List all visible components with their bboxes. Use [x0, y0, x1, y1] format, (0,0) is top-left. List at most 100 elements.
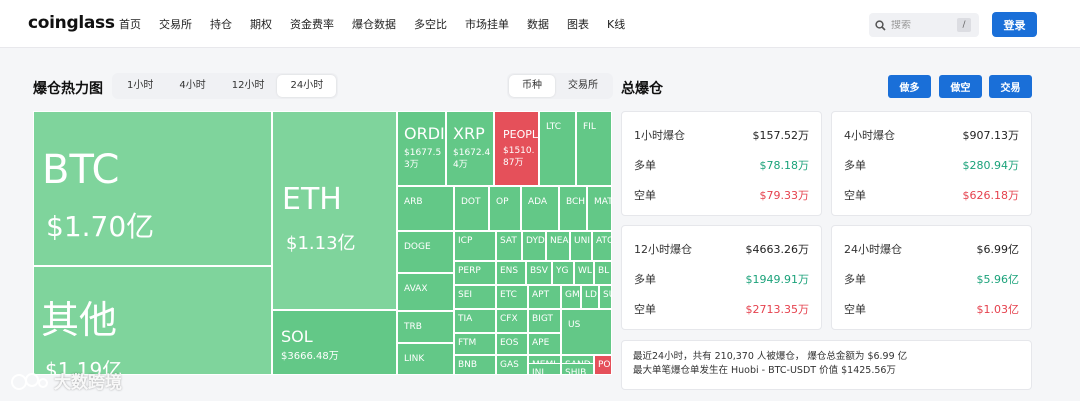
- trade-button[interactable]: 交易: [989, 75, 1032, 98]
- heatmap-cell-ltc[interactable]: LTC: [539, 111, 576, 186]
- search-box[interactable]: /: [869, 13, 979, 37]
- heatmap-cell-ld[interactable]: LD: [581, 285, 599, 309]
- nav-options[interactable]: 期权: [250, 16, 272, 32]
- heatmap-cell-sol[interactable]: SOL $3666.48万: [272, 310, 397, 375]
- heatmap-cell-sei[interactable]: SEI: [454, 285, 496, 309]
- row-value: $626.18万: [962, 189, 1020, 202]
- heatmap-cell-people[interactable]: PEOPLE $1510.87万: [494, 111, 539, 186]
- heatmap-cell-bigt[interactable]: BIGT: [528, 309, 561, 333]
- heatmap-cell-ape[interactable]: APE: [528, 333, 561, 355]
- card-12h-liquidation: 12小时爆仓 $4663.26万 多单 $1949.91万 空单 $2713.35万: [621, 225, 822, 330]
- liquidation-heatmap: BTC $1.70亿 其他 $1.19亿 ETH $1.13亿 SOL $3666.48万 OR…: [33, 111, 612, 375]
- long-button[interactable]: 做多: [888, 75, 931, 98]
- heatmap-cell-avax[interactable]: AVAX: [397, 273, 454, 311]
- heatmap-cell-ada[interactable]: ADA: [521, 186, 559, 231]
- heatmap-cell-blur[interactable]: BL: [594, 261, 612, 285]
- nav-home[interactable]: 首页: [119, 16, 141, 32]
- nav-liquidation-data[interactable]: 爆仓数据: [352, 16, 396, 32]
- heatmap-cell-po[interactable]: PO: [594, 355, 612, 375]
- heatmap-cell-symbol: UNI: [574, 236, 590, 246]
- heatmap-cell-ens[interactable]: ENS: [496, 261, 526, 285]
- heatmap-cell-gm[interactable]: GM: [561, 285, 581, 309]
- heatmap-cell-mat[interactable]: MAT: [587, 186, 612, 231]
- nav-charts[interactable]: 图表: [567, 16, 589, 32]
- heatmap-cell-symbol: GAS: [500, 360, 519, 370]
- row-short: 空单 $1.03亿: [844, 301, 1019, 317]
- heatmap-cell-dyd[interactable]: DYD: [522, 231, 546, 261]
- heatmap-cell-cfx[interactable]: CFX: [496, 309, 528, 333]
- heatmap-cell-op[interactable]: OP: [489, 186, 521, 231]
- heatmap-cell-icp[interactable]: ICP: [454, 231, 496, 261]
- heatmap-cell-symbol: INJ: [532, 368, 545, 375]
- heatmap-cell-inj[interactable]: INJ: [528, 363, 561, 375]
- heatmap-cell-symbol: BNB: [458, 360, 478, 370]
- nav-order-book[interactable]: 市场挂单: [465, 16, 509, 32]
- main-nav: 首页 交易所 持仓 期权 资金费率 爆仓数据 多空比 市场挂单 数据 图表 K线: [119, 0, 643, 48]
- heatmap-cell-ftm[interactable]: FTM: [454, 333, 496, 355]
- nav-kline[interactable]: K线: [607, 16, 625, 32]
- heatmap-cell-symbol: EOS: [500, 338, 519, 348]
- heatmap-cell-bch[interactable]: BCH: [559, 186, 587, 231]
- heatmap-cell-btc[interactable]: BTC $1.70亿: [33, 111, 272, 266]
- heatmap-cell-sat[interactable]: SAT: [496, 231, 522, 261]
- heatmap-cell-bnb[interactable]: BNB: [454, 355, 496, 375]
- heatmap-cell-symbol: ARB: [404, 197, 423, 207]
- heatmap-cell-ygg[interactable]: YG: [552, 261, 574, 285]
- heatmap-cell-xrp[interactable]: XRP $1672.44万: [446, 111, 494, 186]
- heatmap-cell-trb[interactable]: TRB: [397, 311, 454, 343]
- tab-12h[interactable]: 12小时: [219, 75, 278, 97]
- heatmap-cell-symbol: GM: [565, 290, 580, 300]
- heatmap-cell-tia[interactable]: TIA: [454, 309, 496, 333]
- tab-4h[interactable]: 4小时: [166, 75, 218, 97]
- short-button[interactable]: 做空: [939, 75, 982, 98]
- nav-data[interactable]: 数据: [527, 16, 549, 32]
- heatmap-cell-perp[interactable]: PERP: [454, 261, 496, 285]
- heatmap-cell-etc[interactable]: ETC: [496, 285, 528, 309]
- heatmap-cell-symbol: BL: [598, 266, 610, 276]
- heatmap-cell-apt[interactable]: APT: [528, 285, 561, 309]
- nav-open-interest[interactable]: 持仓: [210, 16, 232, 32]
- heatmap-cell-ordi[interactable]: ORDI $1677.53万: [397, 111, 446, 186]
- heatmap-cell-gas[interactable]: GAS: [496, 355, 528, 375]
- row-value: $5.96亿: [976, 273, 1020, 286]
- tab-by-exchange[interactable]: 交易所: [555, 75, 611, 97]
- tab-24h[interactable]: 24小时: [277, 75, 337, 97]
- card-4h-liquidation: 4小时爆仓 $907.13万 多单 $280.94万 空单 $626.18万: [831, 111, 1032, 216]
- heatmap-cell-doge[interactable]: DOGE: [397, 231, 454, 273]
- tab-by-coin[interactable]: 币种: [509, 75, 555, 97]
- search-icon: [869, 13, 891, 37]
- row-short: 空单 $2713.35万: [634, 301, 809, 317]
- heatmap-cell-shib[interactable]: SHIB: [561, 363, 594, 375]
- row-value: $4663.26万: [745, 243, 810, 256]
- heatmap-cell-fil[interactable]: FIL: [576, 111, 612, 186]
- group-tabs: 币种 交易所: [507, 73, 613, 99]
- heatmap-cell-uni[interactable]: UNI: [570, 231, 592, 261]
- row-label: 24小时爆仓: [844, 243, 902, 256]
- heatmap-cell-wld[interactable]: WL: [574, 261, 594, 285]
- heatmap-cell-other[interactable]: 其他 $1.19亿: [33, 266, 272, 375]
- heatmap-cell-eos[interactable]: EOS: [496, 333, 528, 355]
- tab-1h[interactable]: 1小时: [114, 75, 166, 97]
- heatmap-cell-link[interactable]: LINK: [397, 343, 454, 375]
- row-label: 空单: [634, 189, 656, 202]
- watermark-logo-icon: [11, 372, 48, 390]
- heatmap-cell-dot[interactable]: DOT: [454, 186, 489, 231]
- heatmap-cell-nea[interactable]: NEA: [546, 231, 570, 261]
- summary-line-2: 最大单笔爆仓单发生在 Huobi - BTC-USDT 价值 $1425.56万: [633, 365, 896, 376]
- heatmap-cell-bsv[interactable]: BSV: [526, 261, 552, 285]
- heatmap-cell-eth[interactable]: ETH $1.13亿: [272, 111, 397, 310]
- nav-exchanges[interactable]: 交易所: [159, 16, 192, 32]
- nav-long-short-ratio[interactable]: 多空比: [414, 16, 447, 32]
- row-label: 4小时爆仓: [844, 129, 895, 142]
- heatmap-cell-symbol: DOGE: [404, 242, 431, 252]
- row-total: 24小时爆仓 $6.99亿: [844, 241, 1019, 257]
- heatmap-cell-ato[interactable]: ATO: [592, 231, 612, 261]
- heatmap-cell-arb[interactable]: ARB: [397, 186, 454, 231]
- heatmap-cell-symbol: ENS: [500, 266, 519, 276]
- heatmap-cell-su[interactable]: SU: [599, 285, 612, 309]
- coinglass-logo[interactable]: coinglass: [28, 13, 115, 33]
- heatmap-cell-us[interactable]: US: [561, 309, 612, 355]
- nav-funding-rate[interactable]: 资金费率: [290, 16, 334, 32]
- login-button[interactable]: 登录: [992, 12, 1037, 37]
- search-input[interactable]: [891, 19, 951, 31]
